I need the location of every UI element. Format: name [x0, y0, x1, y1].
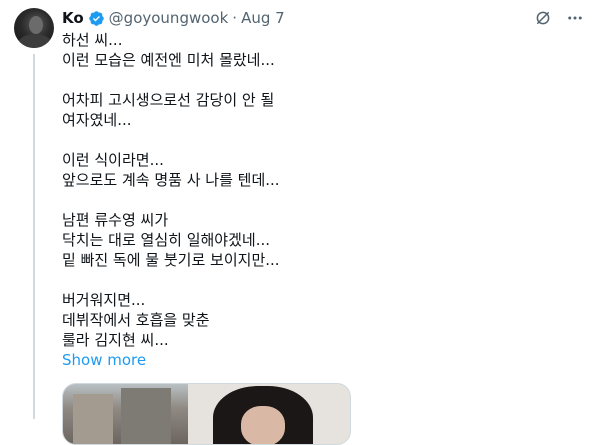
tweet-header: Ko @goyoungwook · Aug 7: [62, 8, 285, 28]
author-name[interactable]: Ko: [62, 9, 84, 27]
grok-icon[interactable]: [533, 8, 553, 28]
tweet-line: 이런 식이라면...: [62, 151, 164, 169]
tweet[interactable]: Ko @goyoungwook · Aug 7 하선 씨... 이런 모습은 예…: [0, 0, 599, 445]
separator-dot: ·: [232, 9, 238, 27]
more-options-icon[interactable]: [565, 8, 585, 28]
header-actions: [533, 8, 585, 28]
tweet-date[interactable]: Aug 7: [241, 9, 285, 27]
tweet-line: 룰라 김지현 씨...: [62, 331, 169, 349]
tweet-line: 밑 빠진 독에 물 붓기로 보이지만...: [62, 251, 280, 269]
tweet-line: 앞으로도 계속 명품 사 나를 텐데...: [62, 171, 280, 189]
tweet-line: 여자였네...: [62, 111, 132, 129]
tweet-line: 남편 류수영 씨가: [62, 211, 169, 229]
tweet-line: 데뷔작에서 호흡을 맞춘: [62, 311, 210, 329]
tweet-line: 이런 모습은 예전엔 미처 몰랐네...: [62, 51, 275, 69]
verified-badge-icon: [88, 10, 105, 27]
avatar[interactable]: [14, 8, 54, 48]
thread-line: [33, 54, 35, 419]
author-handle[interactable]: @goyoungwook: [109, 9, 229, 27]
media-building: [121, 388, 171, 444]
tweet-line: 닥치는 대로 열심히 일해야겠네...: [62, 231, 271, 249]
avatar-shoulders: [18, 34, 52, 48]
tweet-media-image[interactable]: [62, 383, 351, 445]
tweet-line: 하선 씨...: [62, 31, 123, 49]
media-portrait-face: [241, 406, 285, 444]
tweet-line: 버거워지면...: [62, 291, 146, 309]
tweet-line: 어차피 고시생으로선 감당이 안 될: [62, 91, 275, 109]
media-building: [73, 394, 113, 444]
show-more-link[interactable]: Show more: [62, 350, 146, 370]
avatar-face: [29, 16, 43, 34]
tweet-text: 하선 씨... 이런 모습은 예전엔 미처 몰랐네... 어차피 고시생으로선 …: [62, 30, 562, 350]
